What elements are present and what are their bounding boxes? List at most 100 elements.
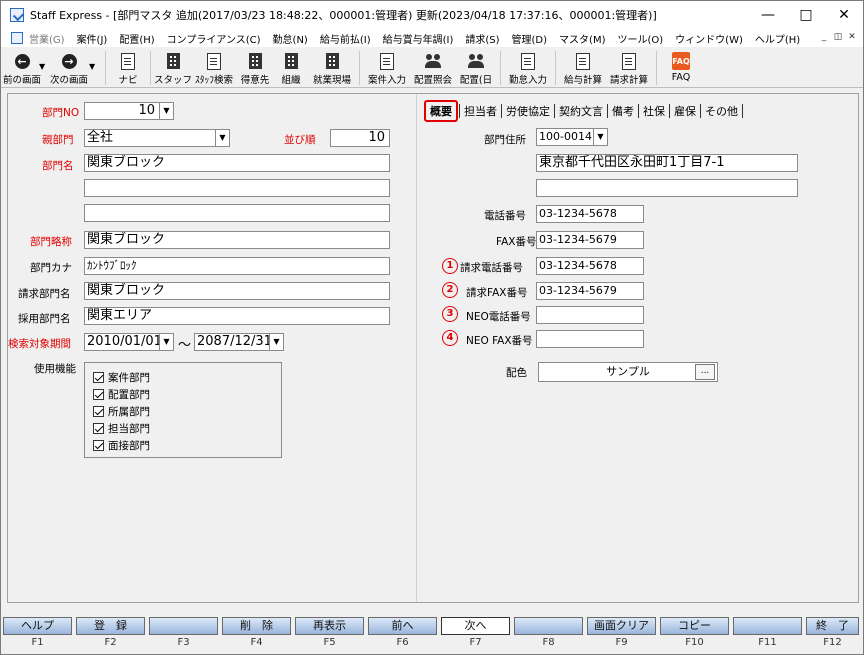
bill-dept-input[interactable]: 関東ブロック [84, 282, 390, 300]
tab-overview[interactable]: 概要 [424, 100, 458, 122]
bill-fax-input[interactable]: 03-1234-5679 [536, 282, 644, 300]
dept-name-input-3[interactable] [84, 204, 390, 222]
tab-contract-text[interactable]: 契約文言 [556, 103, 606, 119]
period-to-select[interactable]: 2087/12/31 ▼ [194, 333, 284, 351]
faq-button[interactable]: FAQ FAQ [661, 48, 701, 88]
tab-bar: 概要 担当者 労使協定 契約文言 備考 社保 雇保 その他 [424, 100, 744, 122]
dept-no-select[interactable]: 10 ▼ [84, 102, 174, 120]
tab-other[interactable]: その他 [702, 103, 741, 119]
org-button[interactable]: 組織 [273, 48, 309, 88]
menu-payroll[interactable]: 給与賞与年調(I) [383, 31, 454, 46]
f7-next-button[interactable]: 次へ [441, 617, 510, 635]
neo-tel-label: NEO電話番号 [466, 311, 531, 323]
menu-prepay[interactable]: 給与前払(I) [320, 31, 371, 46]
f1-help-button[interactable]: ヘルプ [3, 617, 72, 635]
hire-dept-input[interactable]: 関東エリア [84, 307, 390, 325]
mdi-close-button[interactable]: ✕ [847, 32, 857, 42]
f10-copy-button[interactable]: コピー [660, 617, 729, 635]
check-icon [93, 440, 104, 451]
func-interview-checkbox[interactable]: 面接部門 [93, 437, 281, 454]
f4-delete-button[interactable]: 削 除 [222, 617, 291, 635]
menu-sales[interactable]: 営業(G) [29, 31, 65, 46]
tab-social-insurance[interactable]: 社保 [640, 103, 668, 119]
menu-billing[interactable]: 請求(S) [465, 31, 499, 46]
f9-clear-button[interactable]: 画面クリア [587, 617, 656, 635]
attendance-input-button[interactable]: 勤怠入力 [505, 48, 551, 88]
f11-button[interactable] [733, 617, 802, 635]
f2-register-button[interactable]: 登 録 [76, 617, 145, 635]
parent-dept-select[interactable]: 全社 ▼ [84, 129, 230, 147]
customer-icon [248, 53, 262, 69]
minimize-button[interactable]: — [749, 1, 787, 29]
function-key-bar: ヘルプ F1 登 録 F2 F3 削 除 F4 再表示 F5 前へ F6 次へ F7 F8 … [1, 615, 863, 655]
func-assign-checkbox[interactable]: 配置部門 [93, 386, 281, 403]
fax-input[interactable]: 03-1234-5679 [536, 231, 644, 249]
menu-compliance[interactable]: コンプライアンス(C) [167, 31, 261, 46]
dept-short-label: 部門略称 [30, 236, 72, 248]
address-input-2[interactable] [536, 179, 798, 197]
assign-day-button[interactable]: 配置(日 [456, 48, 496, 88]
f5-refresh-button[interactable]: 再表示 [295, 617, 364, 635]
order-label: 並び順 [284, 134, 316, 146]
prev-dropdown-icon[interactable]: ▼ [39, 48, 49, 87]
case-input-button[interactable]: 案件入力 [364, 48, 410, 88]
chevron-down-icon[interactable]: ▼ [159, 103, 173, 119]
neo-fax-input[interactable] [536, 330, 644, 348]
next-screen-button[interactable]: → 次の画面 [49, 48, 89, 88]
chevron-down-icon[interactable]: ▼ [159, 334, 173, 350]
tab-staff[interactable]: 担当者 [461, 103, 500, 119]
dept-short-input[interactable]: 関東ブロック [84, 231, 390, 249]
f12-exit-button[interactable]: 終 了 [806, 617, 859, 635]
dept-name-label: 部門名 [42, 160, 74, 172]
mdi-minimize-button[interactable]: _ [819, 32, 829, 42]
tab-labor-agreement[interactable]: 労使協定 [503, 103, 553, 119]
next-dropdown-icon[interactable]: ▼ [89, 48, 101, 87]
f8-button[interactable] [514, 617, 583, 635]
navi-button[interactable]: ナビ [110, 48, 146, 88]
f6-prev-button[interactable]: 前へ [368, 617, 437, 635]
func-case-checkbox[interactable]: 案件部門 [93, 369, 281, 386]
tab-notes[interactable]: 備考 [609, 103, 637, 119]
address-input-1[interactable]: 東京都千代田区永田町1丁目7-1 [536, 154, 798, 172]
order-input[interactable]: 10 [330, 129, 390, 147]
bill-tel-input[interactable]: 03-1234-5678 [536, 257, 644, 275]
func-belong-checkbox[interactable]: 所属部門 [93, 403, 281, 420]
pay-calc-button[interactable]: 給与計算 [560, 48, 606, 88]
color-picker-button[interactable]: ... [695, 364, 715, 380]
dept-kana-input[interactable]: ｶﾝﾄｳﾌﾞﾛｯｸ [84, 257, 390, 275]
tab-employment-insurance[interactable]: 雇保 [671, 103, 699, 119]
dept-no-label: 部門NO [42, 107, 80, 119]
chevron-down-icon[interactable]: ▼ [269, 334, 283, 350]
close-button[interactable]: ✕ [825, 1, 863, 29]
maximize-button[interactable]: □ [787, 1, 825, 29]
menu-assign[interactable]: 配置(H) [119, 31, 154, 46]
customer-button[interactable]: 得意先 [237, 48, 273, 88]
menu-case[interactable]: 案件(J) [77, 31, 108, 46]
check-icon [93, 406, 104, 417]
chevron-down-icon[interactable]: ▼ [593, 129, 607, 145]
bill-calc-button[interactable]: 請求計算 [606, 48, 652, 88]
dept-name-input-1[interactable]: 関東ブロック [84, 154, 390, 172]
f3-button[interactable] [149, 617, 218, 635]
menu-help[interactable]: ヘルプ(H) [755, 31, 800, 46]
chevron-down-icon[interactable]: ▼ [215, 130, 229, 146]
zip-select[interactable]: 100-0014 ▼ [536, 128, 608, 146]
mdi-restore-button[interactable]: ◫ [833, 32, 843, 42]
prev-screen-button[interactable]: ← 前の画面 [3, 48, 41, 88]
neo-tel-input[interactable] [536, 306, 644, 324]
func-charge-checkbox[interactable]: 担当部門 [93, 420, 281, 437]
menu-attendance[interactable]: 勤怠(N) [273, 31, 308, 46]
worksite-button[interactable]: 就業現場 [309, 48, 355, 88]
period-from-select[interactable]: 2010/01/01 ▼ [84, 333, 174, 351]
menu-admin[interactable]: 管理(D) [512, 31, 548, 46]
assign-inquiry-button[interactable]: 配置照会 [410, 48, 456, 88]
menu-tools[interactable]: ツール(O) [617, 31, 663, 46]
marker-3-icon: 3 [442, 306, 458, 322]
tel-input[interactable]: 03-1234-5678 [536, 205, 644, 223]
dept-name-input-2[interactable] [84, 179, 390, 197]
menu-master[interactable]: マスタ(M) [559, 31, 605, 46]
staff-button[interactable]: スタッフ [154, 48, 192, 88]
marker-2-icon: 2 [442, 282, 458, 298]
menu-window[interactable]: ウィンドウ(W) [675, 31, 743, 46]
staff-search-button[interactable]: ｽﾀｯﾌ検索 [191, 48, 237, 88]
